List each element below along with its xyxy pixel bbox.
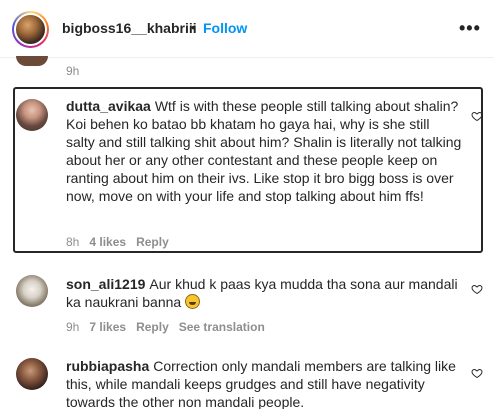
grinning-face-emoji-icon: [185, 294, 201, 309]
comment-body: son_ali1219 Aur khud k paas kya mudda tha…: [66, 275, 458, 311]
previous-comment-avatar[interactable]: [16, 56, 48, 66]
comment-avatar[interactable]: [16, 358, 48, 390]
comment-time: 9h: [66, 320, 80, 334]
comment-meta: 8h 4 likes Reply: [66, 235, 179, 249]
follow-button[interactable]: Follow: [203, 20, 247, 36]
reply-button[interactable]: Reply: [136, 320, 169, 334]
comment-username[interactable]: son_ali1219: [66, 276, 145, 292]
like-heart-icon[interactable]: [471, 367, 483, 379]
comment-meta: 9h 7 likes Reply See translation: [66, 320, 275, 334]
post-username[interactable]: bigboss16__khabriii: [62, 20, 197, 36]
more-options-icon[interactable]: •••: [459, 18, 481, 39]
see-translation-button[interactable]: See translation: [179, 320, 265, 334]
comment-likes[interactable]: 7 likes: [89, 320, 126, 334]
comment-username[interactable]: rubbiapasha: [66, 358, 149, 374]
previous-comment-time: 9h: [66, 64, 80, 78]
comment-username[interactable]: dutta_avikaa: [66, 98, 151, 114]
comment-avatar[interactable]: [16, 275, 48, 307]
comment-time: 8h: [66, 235, 80, 249]
reply-button[interactable]: Reply: [136, 235, 169, 249]
post-header: bigboss16__khabriii • Follow •••: [0, 0, 494, 58]
comment-body: dutta_avikaa Wtf is with these people sti…: [66, 97, 462, 205]
comment-body: rubbiapasha Correction only mandali membe…: [66, 357, 458, 409]
like-heart-icon[interactable]: [471, 283, 483, 295]
comment-likes[interactable]: 4 likes: [89, 235, 126, 249]
comment-avatar[interactable]: [16, 99, 48, 131]
profile-avatar[interactable]: [12, 11, 49, 48]
separator-dot: •: [191, 19, 196, 35]
like-heart-icon[interactable]: [471, 110, 483, 122]
